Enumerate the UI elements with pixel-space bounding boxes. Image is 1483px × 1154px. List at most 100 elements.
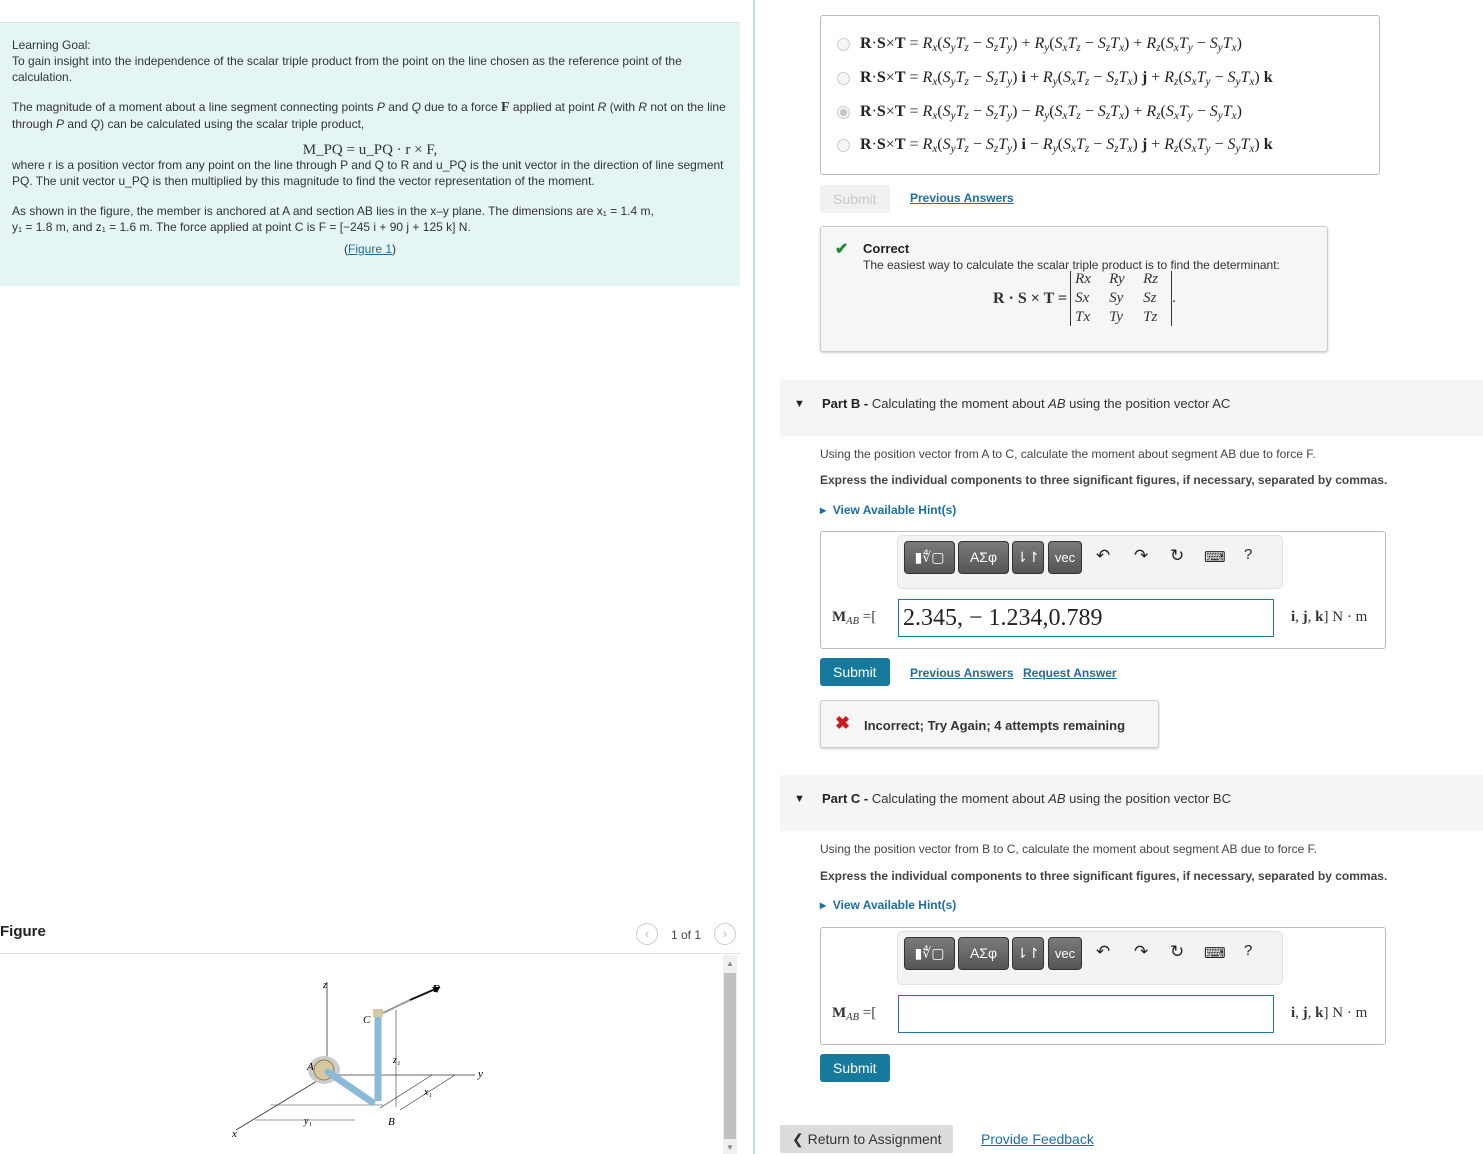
caret-down-icon[interactable]: ▼	[794, 793, 805, 805]
pipe-diagram: z y x A B C F z₁ x₁ y₁	[231, 979, 483, 1140]
greek-symbols-button[interactable]: ΑΣφ	[958, 541, 1009, 574]
part-c-submit-button[interactable]: Submit	[820, 1054, 890, 1082]
answer-unit: i, j, k] N · m	[1291, 609, 1368, 625]
chevron-right-icon[interactable]: ›	[714, 923, 736, 945]
text: The magnitude of a moment about a line s…	[12, 100, 377, 114]
text: using the position vector AC	[1065, 396, 1231, 411]
help-icon[interactable]: ?	[1244, 942, 1252, 959]
label-b: B	[388, 1116, 395, 1128]
choice-1[interactable]: R·S×T = Rx(SyTz − SzTy) + Ry(SxTz − SzTx…	[837, 33, 1242, 55]
figure-link[interactable]: Figure 1	[348, 242, 392, 256]
position-vector-text: where r is a position vector from any po…	[12, 158, 724, 188]
text: AB	[1048, 791, 1066, 806]
pipe-ab	[324, 1068, 376, 1106]
keyboard-icon[interactable]: ⌨	[1204, 944, 1226, 962]
x-axis	[235, 1074, 328, 1131]
chevron-left-icon[interactable]: ‹	[636, 923, 658, 945]
vec-button[interactable]: vec	[1048, 541, 1082, 574]
radio-button[interactable]	[837, 71, 850, 85]
part-c-hints-toggle[interactable]: ▸ View Available Hint(s)	[820, 898, 956, 912]
reset-icon[interactable]: ↻	[1170, 546, 1184, 566]
radio-button[interactable]	[837, 37, 850, 51]
text: AB	[1048, 396, 1066, 411]
scroll-down-icon[interactable]: ▼	[725, 1143, 735, 1153]
greek-symbols-button[interactable]: ΑΣφ	[958, 937, 1009, 970]
part-b-description: Using the position vector from A to C, c…	[820, 447, 1316, 461]
choice-4[interactable]: R·S×T = Rx(SyTz − SzTy) i − Ry(SxTz − Sz…	[837, 134, 1273, 156]
figure-scrollbar[interactable]: ▲ ▼	[723, 955, 737, 1154]
text: P	[376, 100, 385, 114]
text: and	[64, 117, 91, 131]
label-x1: x₁	[423, 1087, 432, 1098]
part-label: Part C -	[822, 791, 869, 806]
math-toolbar: ▮∜▢ ΑΣφ ⇂↾ vec ↶ ↷ ↻ ⌨ ?	[897, 535, 1283, 589]
request-answer-link[interactable]: Request Answer	[1023, 666, 1117, 680]
undo-icon[interactable]: ↶	[1096, 546, 1110, 566]
part-b-previous-answers-link[interactable]: Previous Answers	[910, 666, 1014, 680]
templates-button[interactable]: ▮∜▢	[904, 937, 955, 970]
matrix-cell: Tz	[1143, 309, 1158, 325]
text: Calculating the moment about	[868, 396, 1049, 411]
part-c-title: Part C - Calculating the moment about AB…	[822, 791, 1231, 806]
matrix-cell: Sx	[1075, 290, 1090, 306]
learning-goal-panel: Learning Goal: To gain insight into the …	[0, 22, 740, 286]
radio-button[interactable]	[837, 138, 850, 152]
choice-label: R·S×T = Rx(SyTz − SzTy) i + Ry(SxTz − Sz…	[860, 68, 1273, 88]
choice-2[interactable]: R·S×T = Rx(SyTz − SzTy) i + Ry(SxTz − Sz…	[837, 67, 1273, 89]
caret-down-icon[interactable]: ▼	[794, 398, 805, 410]
help-icon[interactable]: ?	[1244, 546, 1252, 563]
label-a: A	[306, 1061, 314, 1073]
text: ) can be calculated using the scalar tri…	[100, 117, 365, 131]
scalar-triple-formula: M_PQ = u_PQ · r × F,	[302, 142, 438, 158]
part-a-submit-button[interactable]: Submit	[820, 185, 890, 213]
return-to-assignment-button[interactable]: ❮ Return to Assignment	[780, 1125, 953, 1153]
undo-icon[interactable]: ↶	[1096, 942, 1110, 962]
redo-icon[interactable]: ↷	[1134, 546, 1148, 566]
part-b-header[interactable]: ▼ Part B - Calculating the moment about …	[780, 380, 1483, 436]
label-x: x	[231, 1128, 237, 1140]
keyboard-icon[interactable]: ⌨	[1204, 548, 1226, 566]
matrix-cell: Tx	[1075, 309, 1091, 325]
matrix-cell: Rx	[1075, 271, 1091, 287]
feedback-status: Incorrect; Try Again; 4 attempts remaini…	[864, 718, 1126, 733]
part-c-answer-input[interactable]	[898, 995, 1274, 1033]
templates-button[interactable]: ▮∜▢	[904, 541, 955, 574]
label-y1: y₁	[303, 1116, 312, 1127]
scroll-up-icon[interactable]: ▲	[725, 959, 735, 969]
feedback-status: Correct	[863, 241, 910, 256]
radio-button-selected[interactable]	[837, 105, 850, 119]
label-f: F	[433, 983, 440, 995]
part-c-header[interactable]: ▼ Part C - Calculating the moment about …	[780, 775, 1483, 831]
answer-label: MAB =[	[832, 609, 877, 627]
label-z: z	[322, 979, 328, 991]
determinant-matrix: Rx Ry Rz Sx Sy Sz Tx Ty Tz	[1070, 271, 1173, 326]
arrows-button[interactable]: ⇂↾	[1012, 541, 1044, 574]
provide-feedback-link[interactable]: Provide Feedback	[981, 1131, 1094, 1147]
figure-header: Figure ‹ 1 of 1 ›	[0, 920, 740, 954]
redo-icon[interactable]: ↷	[1134, 942, 1148, 962]
matrix-cell: Ty	[1109, 309, 1124, 325]
force-symbol: F	[501, 100, 510, 115]
matrix-cell: Sz	[1143, 290, 1157, 306]
text: (with	[606, 100, 639, 114]
matrix-cell: Sy	[1109, 290, 1124, 306]
figure-link-wrap: (Figure 1)	[343, 242, 397, 256]
determinant-formula: R · S × T = Rx Ry Rz Sx Sy Sz Tx Ty Tz .	[993, 271, 1176, 326]
text: using the position vector BC	[1065, 791, 1231, 806]
text: R	[638, 100, 648, 114]
arrows-button[interactable]: ⇂↾	[1012, 937, 1044, 970]
part-c-description: Using the position vector from B to C, c…	[820, 842, 1317, 856]
part-b-answer-input[interactable]: 2.345, − 1.234,0.789	[898, 599, 1274, 637]
part-b-hints-toggle[interactable]: ▸ View Available Hint(s)	[820, 503, 956, 517]
vec-button[interactable]: vec	[1048, 937, 1082, 970]
part-a-previous-answers-link[interactable]: Previous Answers	[910, 191, 1014, 205]
figure-pager: 1 of 1	[671, 928, 702, 942]
scroll-thumb[interactable]	[724, 973, 736, 1139]
text: and	[384, 100, 412, 114]
part-b-submit-button[interactable]: Submit	[820, 658, 890, 686]
return-label: Return to Assignment	[807, 1131, 942, 1147]
reset-icon[interactable]: ↻	[1170, 942, 1184, 962]
choice-3[interactable]: R·S×T = Rx(SyTz − SzTy) − Ry(SxTz − SzTx…	[837, 101, 1242, 123]
answer-label: MAB =[	[832, 1005, 877, 1023]
text: y₁ = 1.8 m, and z₁ = 1.6 m. The force ap…	[12, 220, 471, 234]
